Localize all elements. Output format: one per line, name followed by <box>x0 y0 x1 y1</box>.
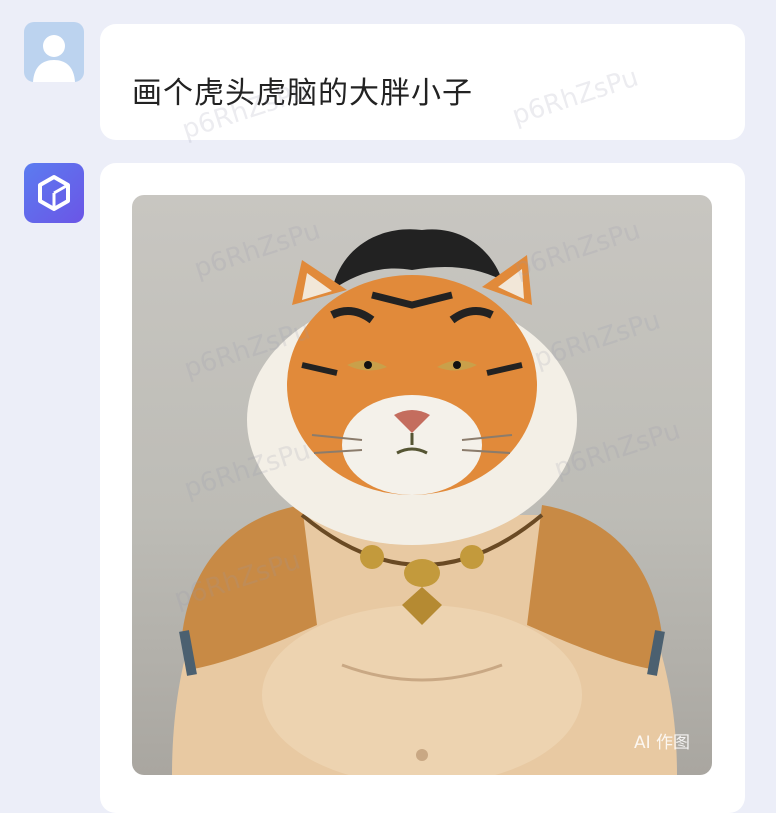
user-message-bubble: 画个虎头虎脑的大胖小子 p6RhZsPu p6RhZsPu <box>100 24 745 145</box>
bot-message-bubble: AI 作图 p6RhZsPu p6RhZsPu p6RhZsPu p6RhZsP… <box>100 163 745 813</box>
user-silhouette-icon <box>33 35 75 82</box>
user-avatar <box>24 22 84 82</box>
user-message-text: 画个虎头虎脑的大胖小子 <box>132 76 473 111</box>
watermark-text: p6RhZsPu <box>508 62 643 132</box>
generated-image[interactable]: AI 作图 p6RhZsPu p6RhZsPu p6RhZsPu p6RhZsP… <box>132 195 712 775</box>
ai-image-badge: AI 作图 <box>633 733 690 753</box>
tiger-boy-illustration <box>172 229 677 775</box>
cube-logo-icon <box>38 175 70 211</box>
bot-avatar <box>24 163 84 223</box>
